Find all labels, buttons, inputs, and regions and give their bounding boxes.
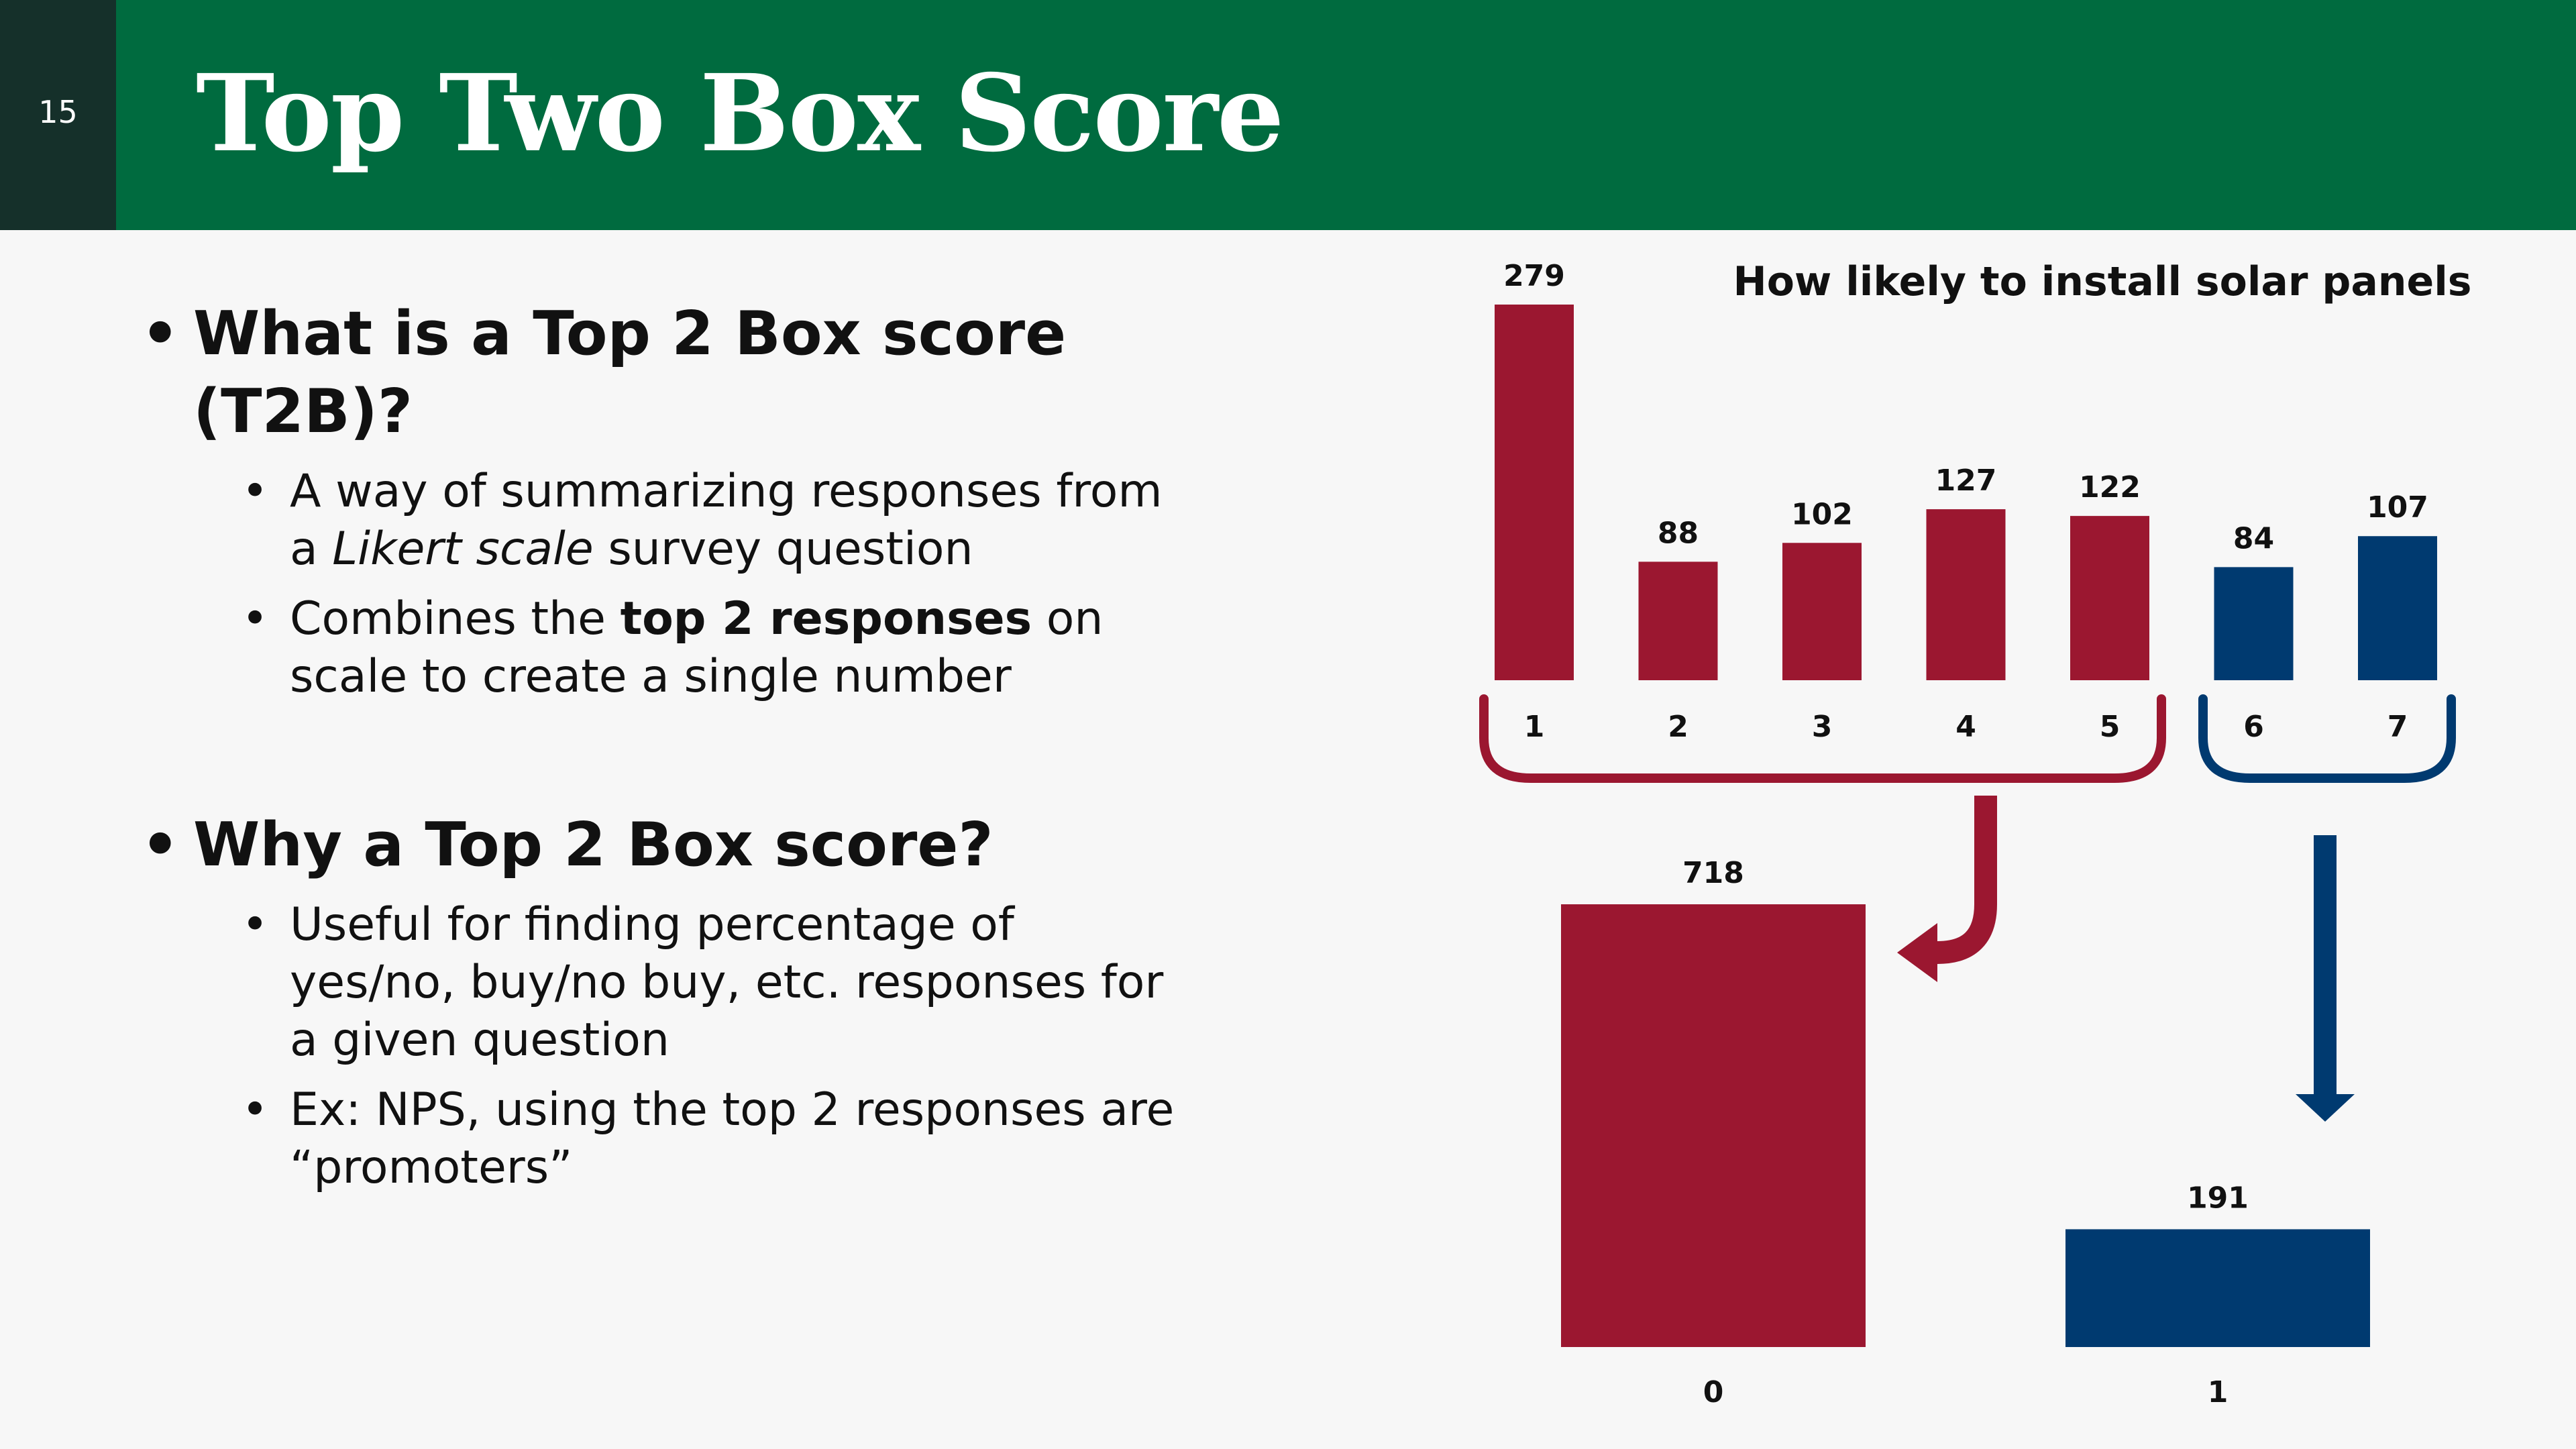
top-bars: 279 1 88 2 102 3 127 4 122 5 84 6 107 7 xyxy=(1495,259,2437,744)
bottom-bar-value-0: 718 xyxy=(1682,856,1744,890)
top-bar-category-3: 3 xyxy=(1812,710,1833,744)
flow-arrows xyxy=(1897,796,2355,1122)
top-bar-value-7: 107 xyxy=(2367,490,2428,525)
top-bar-value-1: 279 xyxy=(1503,259,1565,293)
arrow-shaft-blue xyxy=(2314,835,2337,1094)
arrow-head-blue xyxy=(2296,1094,2355,1122)
top-bar-category-7: 7 xyxy=(2387,710,2408,744)
top-bar-value-5: 122 xyxy=(2079,470,2141,504)
bracket-scores-6-7 xyxy=(2198,694,2456,783)
top-bar-value-4: 127 xyxy=(1935,464,1997,498)
bottom-bar-0 xyxy=(1561,904,1866,1347)
top-bar-category-4: 4 xyxy=(1955,710,1976,744)
top-bar-value-2: 88 xyxy=(1658,516,1699,550)
top-bar-1 xyxy=(1495,305,1574,680)
arrow-head-red xyxy=(1897,923,1937,982)
bottom-bar-category-1: 1 xyxy=(2208,1375,2229,1409)
top-bar-category-6: 6 xyxy=(2243,710,2264,744)
bottom-bar-1 xyxy=(2065,1229,2370,1347)
top-bar-value-6: 84 xyxy=(2233,521,2274,555)
top-bar-2 xyxy=(1638,561,1718,680)
bottom-bar-category-0: 0 xyxy=(1703,1375,1724,1409)
top-bar-category-5: 5 xyxy=(2100,710,2121,744)
bottom-bar-value-1: 191 xyxy=(2187,1181,2249,1215)
top-bar-category-2: 2 xyxy=(1668,710,1688,744)
top-bar-value-3: 102 xyxy=(1791,497,1853,531)
top-bar-3 xyxy=(1782,543,1862,680)
top-bar-category-1: 1 xyxy=(1524,710,1545,744)
top-bar-7 xyxy=(2358,536,2437,680)
top-bar-5 xyxy=(2070,516,2149,680)
arrow-curved-red xyxy=(1932,796,1997,964)
t2b-chart: How likely to install solar panels 279 1 8… xyxy=(1479,258,2472,1409)
top-bar-4 xyxy=(1926,509,2006,680)
chart-title: How likely to install solar panels xyxy=(1733,258,2471,305)
top-bar-6 xyxy=(2214,567,2294,680)
